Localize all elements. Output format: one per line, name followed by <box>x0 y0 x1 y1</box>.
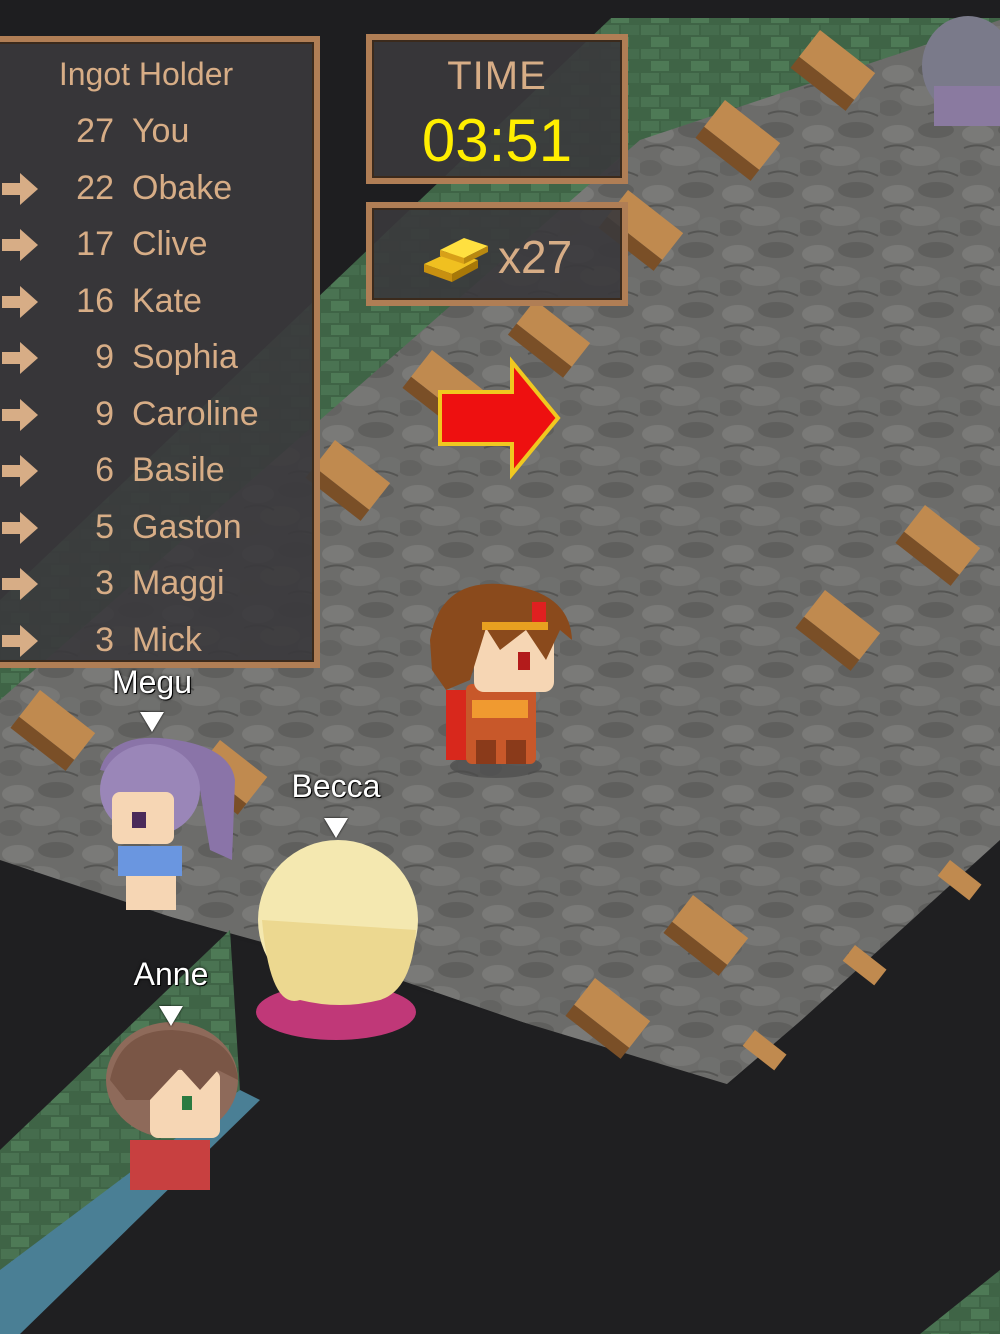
name-tag-pointer-icon <box>324 818 348 838</box>
rank-arrow-icon <box>0 171 40 207</box>
name-tag-anne: Anne <box>116 956 226 993</box>
leaderboard-ingot-count: 9 <box>95 338 114 376</box>
leaderboard-row: 9 Caroline <box>0 389 316 441</box>
leaderboard-player-name: Sophia <box>132 338 238 376</box>
leaderboard-player-name: Maggi <box>132 564 225 602</box>
leaderboard-row: 5 Gaston <box>0 502 316 554</box>
ingot-holder-leaderboard: Ingot Holder 27 You 22 Obake 17 Clive 16 Kate 9 S… <box>0 36 320 668</box>
rank-arrow-icon <box>0 623 40 659</box>
leaderboard-ingot-count: 6 <box>95 451 114 489</box>
rank-arrow-icon <box>0 340 40 376</box>
gold-ingot-icon <box>424 238 488 282</box>
leaderboard-row: 9 Sophia <box>0 332 316 384</box>
ingot-count: x27 <box>498 231 573 283</box>
leaderboard-row: 3 Maggi <box>0 558 316 610</box>
rank-arrow-icon <box>0 510 40 546</box>
timer-panel: TIME 03:51 <box>366 34 628 184</box>
leaderboard-player-name: Caroline <box>132 394 259 433</box>
ingot-counter-panel: x27 <box>366 202 628 306</box>
leaderboard-ingot-count: 3 <box>95 620 114 659</box>
leaderboard-ingot-count: 9 <box>95 394 114 433</box>
leaderboard-title: Ingot Holder <box>58 56 234 92</box>
leaderboard-ingot-count: 27 <box>76 112 114 150</box>
leaderboard-player-name: Gaston <box>132 507 242 546</box>
name-tag-megu-label: Megu <box>111 664 193 700</box>
leaderboard-player-name: Obake <box>132 168 233 207</box>
leaderboard-ingot-count: 5 <box>95 507 114 546</box>
name-tag-anne-label: Anne <box>133 956 209 992</box>
leaderboard-ingot-count: 3 <box>95 564 114 602</box>
name-tag-becca-label: Becca <box>291 768 381 804</box>
timer-label: TIME <box>447 54 547 98</box>
name-tag-pointer-icon <box>159 1006 183 1026</box>
leaderboard-player-name: Basile <box>132 451 225 489</box>
leaderboard-row: 27 You <box>0 106 316 158</box>
leaderboard-ingot-count: 22 <box>76 168 114 207</box>
rank-arrow-icon <box>0 397 40 433</box>
rank-arrow-icon <box>0 284 40 320</box>
leaderboard-row: 22 Obake <box>0 163 316 215</box>
leaderboard-row: 6 Basile <box>0 445 316 497</box>
leaderboard-row: 16 Kate <box>0 276 316 328</box>
leaderboard-player-name: Clive <box>132 225 208 263</box>
rank-arrow-icon <box>0 566 40 602</box>
leaderboard-player-name: You <box>132 112 190 150</box>
rank-arrow-icon <box>0 227 40 263</box>
leaderboard-ingot-count: 16 <box>76 281 114 320</box>
rank-arrow-icon <box>0 453 40 489</box>
timer-value: 03:51 <box>421 107 573 174</box>
name-tag-becca: Becca <box>276 768 396 805</box>
leaderboard-row: 17 Clive <box>0 219 316 271</box>
leaderboard-ingot-count: 17 <box>76 225 114 263</box>
leaderboard-row: 3 Mick <box>0 615 316 667</box>
leaderboard-player-name: Mick <box>132 620 202 659</box>
leaderboard-player-name: Kate <box>132 281 202 320</box>
character-becca <box>256 840 418 1040</box>
name-tag-megu: Megu <box>100 664 204 701</box>
name-tag-pointer-icon <box>140 712 164 732</box>
